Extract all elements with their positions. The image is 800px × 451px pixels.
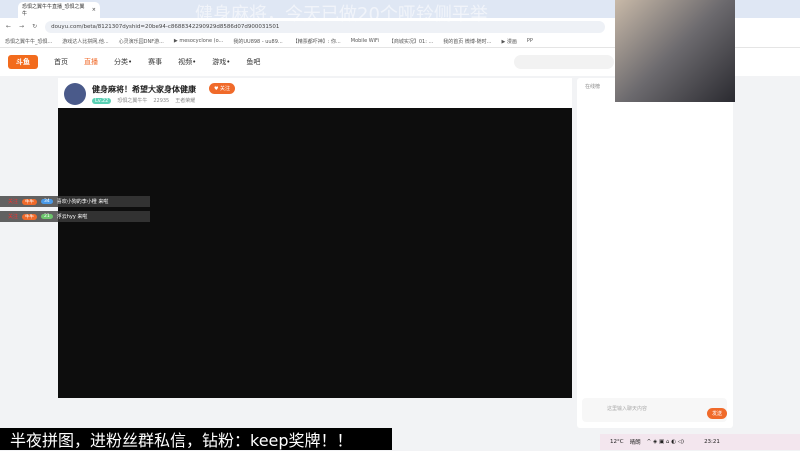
fan-badge: 牛牛	[22, 213, 38, 220]
nav-games[interactable]: 游戏•	[212, 57, 230, 67]
bookmark[interactable]: PP	[527, 38, 533, 44]
reload-icon[interactable]: ↻	[32, 23, 37, 30]
bookmark[interactable]: 【商城实况】01: ...	[389, 38, 433, 45]
room-title: 健身麻将！希望大家身体健康	[92, 85, 196, 94]
avatar[interactable]	[64, 83, 86, 105]
nav-home[interactable]: 首页	[54, 57, 68, 67]
tray-icons[interactable]: ^ ◈ ▣ ⌂ ◐ ◁)	[647, 439, 684, 445]
stream-caption: 半夜拼图，进粉丝群私信，钻粉：keep奖牌！！	[0, 428, 392, 450]
bookmark[interactable]: ▶ 漫画	[501, 38, 516, 45]
enter-message: 关注 牛牛 34 喜欢小狗的李小橙 来啦	[0, 196, 150, 207]
message-text: 喜欢小狗的李小橙 来啦	[56, 199, 109, 205]
webcam-overlay	[615, 0, 735, 102]
popularity: 22935	[153, 97, 170, 104]
category-link[interactable]: 王者荣耀	[175, 97, 195, 104]
bookmark[interactable]: 恐惧之翼牛牛_恐惧...	[5, 38, 52, 45]
forward-icon[interactable]: →	[19, 23, 24, 30]
bookmark[interactable]: ▶ mesocyclone (o...	[174, 38, 223, 44]
browser-tab[interactable]: 恐惧之翼牛牛直播_恐惧之翼牛 ×	[18, 2, 100, 18]
level-badge: 34	[41, 199, 53, 204]
level-badge: Lv.22	[92, 97, 112, 104]
nav-yuba[interactable]: 鱼吧	[246, 57, 260, 67]
bookmark[interactable]: 我的首页 微博-随时...	[443, 38, 491, 45]
level-badge: 21	[41, 214, 53, 219]
bookmark[interactable]: Mobile WiFi	[351, 38, 379, 44]
taskbar: 12°C 晴朗 ^ ◈ ▣ ⌂ ◐ ◁) 23:21	[600, 434, 800, 450]
back-icon[interactable]: ←	[6, 23, 11, 30]
video-player[interactable]	[58, 108, 572, 398]
bookmark[interactable]: 心灵演乐园DNF游...	[119, 38, 164, 45]
chat-input[interactable]: 这里输入聊天内容	[582, 398, 727, 422]
send-button[interactable]: 发送	[707, 408, 727, 419]
nav-video[interactable]: 视频•	[178, 57, 196, 67]
enter-message: 关注 牛牛 21 浮云hyy 来啦	[0, 211, 150, 222]
stream-overlay-title: 健身麻将，今天已做20个哑铃侧平举	[195, 4, 488, 25]
search-input[interactable]	[514, 55, 614, 69]
douyu-logo[interactable]: 斗鱼	[8, 55, 38, 69]
nav-events[interactable]: 赛事	[148, 57, 162, 67]
nav-category[interactable]: 分类•	[114, 57, 132, 67]
clock[interactable]: 23:21	[704, 439, 720, 445]
tag: 关注	[8, 214, 19, 220]
tag: 关注	[8, 199, 19, 205]
follow-label: 关注	[220, 86, 231, 92]
tab-title: 恐惧之翼牛牛直播_恐惧之翼牛	[22, 4, 85, 17]
bookmark[interactable]: 【精票都吓神】: 你...	[293, 38, 341, 45]
bookmark[interactable]: 我的UU898 - uu89...	[233, 38, 282, 45]
chat-panel: 在线榜 这里输入聊天内容 发送	[577, 78, 733, 428]
online-rank-tab[interactable]: 在线榜	[585, 83, 600, 90]
fan-badge: 牛牛	[22, 198, 38, 205]
weather-temp[interactable]: 12°C	[610, 439, 624, 445]
streamer-name[interactable]: 恐惧之翼牛牛	[117, 97, 147, 104]
chat-placeholder: 这里输入聊天内容	[607, 406, 648, 412]
weather-condition: 晴朗	[629, 440, 641, 446]
room-meta: Lv.22 恐惧之翼牛牛 22935 王者荣耀	[92, 97, 195, 104]
nav-live[interactable]: 直播	[84, 57, 98, 67]
close-icon[interactable]: ×	[92, 7, 96, 13]
bookmark[interactable]: 游戏达人比拼网,他...	[62, 38, 108, 45]
message-text: 浮云hyy 来啦	[56, 214, 88, 220]
follow-button[interactable]: ♥ 关注	[209, 83, 235, 94]
